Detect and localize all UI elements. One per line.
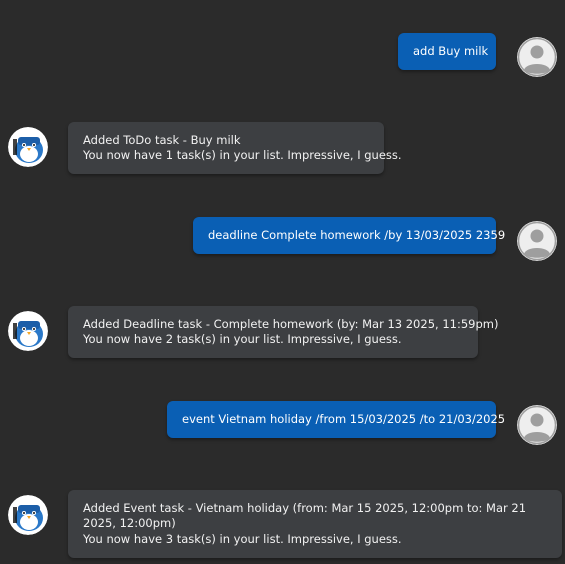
user-avatar-icon bbox=[517, 221, 557, 261]
penguin-avatar-icon bbox=[8, 127, 48, 167]
user-message-bubble: add Buy milk bbox=[398, 33, 496, 70]
message-text: deadline Complete homework /by 13/03/202… bbox=[208, 227, 506, 242]
user-message-bubble: event Vietnam holiday /from 15/03/2025 /… bbox=[167, 401, 506, 438]
message-text: Added ToDo task - Buy milk bbox=[83, 132, 241, 147]
message-text: You now have 2 task(s) in your list. Imp… bbox=[83, 332, 402, 346]
bot-message-bubble: Added ToDo task - Buy milk You now have … bbox=[68, 122, 402, 174]
penguin-avatar-icon bbox=[8, 495, 48, 535]
message-text: You now have 3 task(s) in your list. Imp… bbox=[83, 531, 402, 546]
user-avatar-icon bbox=[517, 37, 557, 77]
message-text: You now have 1 task(s) in your list. Imp… bbox=[83, 148, 402, 162]
bot-message-bubble: Added Event task - Vietnam holiday (from… bbox=[68, 490, 562, 558]
message-text: Added Deadline task - Complete homework … bbox=[83, 316, 499, 331]
user-message-bubble: deadline Complete homework /by 13/03/202… bbox=[193, 217, 506, 254]
message-text: Added Event task - Vietnam holiday (from… bbox=[83, 500, 527, 531]
message-text: add Buy milk bbox=[413, 43, 489, 58]
user-avatar-icon bbox=[517, 405, 557, 445]
penguin-avatar-icon bbox=[8, 311, 48, 351]
message-text: event Vietnam holiday /from 15/03/2025 /… bbox=[182, 411, 506, 426]
chat-dialog-area: add Buy milk Added ToDo task - Buy milk … bbox=[0, 0, 565, 564]
bot-message-bubble: Added Deadline task - Complete homework … bbox=[68, 306, 499, 358]
